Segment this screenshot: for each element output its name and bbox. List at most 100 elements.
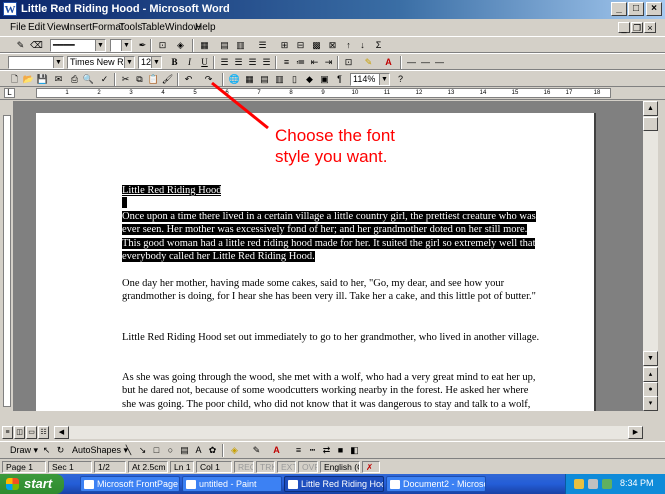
redo-icon[interactable]: ↷ [202,73,215,86]
tray-icon[interactable] [602,479,612,489]
free-rotate-icon[interactable]: ↻ [54,444,67,457]
document-title-line[interactable]: Little Red Riding Hood [122,184,542,197]
eraser-icon[interactable]: ⌫ [30,39,43,52]
line-style-icon[interactable]: ≡ [292,444,305,457]
draw-font-color-icon[interactable]: A [270,444,283,457]
3d-icon[interactable]: ◧ [348,444,361,457]
arrow-style-icon[interactable]: ⇄ [320,444,333,457]
cut-icon[interactable]: ✂ [119,73,132,86]
arrow-tool-icon[interactable]: ↘ [136,444,149,457]
distribute-rows-icon[interactable]: ⊞ [278,39,291,52]
align-center-icon[interactable]: ☰ [232,56,245,69]
outline-view-button[interactable]: ☷ [38,426,49,439]
align-left-icon[interactable]: ☰ [218,56,231,69]
style-combo[interactable]: ▼ [8,56,64,69]
copy-icon[interactable]: ⧉ [133,73,146,86]
increase-indent-icon[interactable]: ⇥ [322,56,335,69]
spelling-icon[interactable]: ✓ [98,73,111,86]
sort-ascending-icon[interactable]: ↑ [342,39,355,52]
italic-button[interactable]: I [183,56,196,69]
print-preview-icon[interactable]: 🔍 [82,73,95,86]
ruler-track[interactable]: 1 2 3 4 5 6 7 8 9 10 11 12 13 14 15 16 1… [36,88,611,98]
fill-color-icon[interactable]: ◈ [228,444,241,457]
menu-help[interactable]: Help [195,22,216,33]
align-cell-icon[interactable]: ☰ [256,39,269,52]
hyperlink-icon[interactable]: 🌐 [228,73,241,86]
status-rec[interactable]: REC [234,461,254,473]
border-line-icon[interactable]: — [433,56,446,69]
wordart-icon[interactable]: A [192,444,205,457]
line-color-icon[interactable]: ✎ [250,444,263,457]
dash-style-icon[interactable]: ┅ [306,444,319,457]
border-line-icon[interactable]: — [419,56,432,69]
menu-tools[interactable]: Tools [119,22,142,33]
open-icon[interactable]: 📂 [22,73,35,86]
insert-excel-icon[interactable]: ▥ [273,73,286,86]
close-button[interactable]: × [646,2,662,16]
drawing-icon[interactable]: ◆ [303,73,316,86]
borders-icon[interactable]: ⊡ [342,56,355,69]
format-painter-icon[interactable]: 🖌 [161,73,174,86]
email-icon[interactable]: ✉ [52,73,65,86]
zoom-combo[interactable]: 114% ▼ [350,73,390,86]
border-line-icon[interactable]: — [405,56,418,69]
select-browse-object-button[interactable]: ● [643,382,658,397]
shading-color-icon[interactable]: ◈ [174,39,187,52]
outside-border-icon[interactable]: ⊡ [156,39,169,52]
word-app-icon[interactable]: W [3,2,17,16]
show-hide-icon[interactable]: ¶ [333,73,346,86]
distribute-columns-icon[interactable]: ⊟ [294,39,307,52]
menu-view[interactable]: View [47,22,69,33]
paragraph-3[interactable]: Little Red Riding Hood set out immediate… [122,331,542,344]
minimize-button[interactable]: _ [611,2,627,16]
tray-icon[interactable] [588,479,598,489]
text-box-icon[interactable]: ▤ [178,444,191,457]
save-icon[interactable]: 💾 [36,73,49,86]
paragraph-1[interactable]: Once upon a time there lived in a certai… [122,210,542,264]
scroll-left-button[interactable]: ◀ [54,426,69,439]
merge-cells-icon[interactable]: ▤ [218,39,231,52]
rectangle-tool-icon[interactable]: □ [150,444,163,457]
status-trk[interactable]: TRK [256,461,275,473]
decrease-indent-icon[interactable]: ⇤ [308,56,321,69]
justify-icon[interactable]: ☰ [260,56,273,69]
vertical-ruler-track[interactable] [3,115,11,407]
line-style-combo[interactable]: ━━━━ ▼ [50,39,106,52]
numbering-icon[interactable]: ≡ [280,56,293,69]
web-layout-view-button[interactable]: ◫ [14,426,25,439]
task-frontpage[interactable]: Microsoft FrontPage - ... [80,476,180,492]
status-ext[interactable]: EXT [277,461,296,473]
shadow-icon[interactable]: ■ [334,444,347,457]
menu-table[interactable]: Table [141,22,165,33]
paste-icon[interactable]: 📋 [147,73,160,86]
oval-tool-icon[interactable]: ○ [164,444,177,457]
paragraph-2[interactable]: One day her mother, having made some cak… [122,277,542,304]
sort-descending-icon[interactable]: ↓ [356,39,369,52]
task-paint[interactable]: untitled - Paint [182,476,282,492]
scroll-up-button[interactable]: ▲ [643,101,658,116]
bold-button[interactable]: B [168,56,181,69]
document-map-icon[interactable]: ▣ [318,73,331,86]
draw-table-icon[interactable]: ✎ [14,39,27,52]
scroll-down-button[interactable]: ▼ [643,351,658,366]
select-objects-icon[interactable]: ↖ [40,444,53,457]
menu-edit[interactable]: Edit [28,22,45,33]
help-icon[interactable]: ? [394,73,407,86]
menu-file[interactable]: File [10,22,26,33]
tab-selector[interactable]: L [4,88,15,98]
new-document-icon[interactable]: 🗋 [8,73,21,86]
status-language[interactable]: English (Ca [320,461,360,473]
print-layout-view-button[interactable]: ▭ [26,426,37,439]
table-autoformat-icon[interactable]: ▩ [310,39,323,52]
maximize-button[interactable]: □ [628,2,644,16]
bullets-icon[interactable]: ≔ [294,56,307,69]
task-word-little-red[interactable]: Little Red Riding Hoo... [284,476,384,492]
autosum-icon[interactable]: Σ [372,39,385,52]
highlight-icon[interactable]: ✎ [362,56,375,69]
tables-borders-icon[interactable]: ▦ [243,73,256,86]
menu-insert[interactable]: Insert [67,22,92,33]
spelling-status-icon[interactable]: ✗ [362,461,380,473]
autoshapes-menu-button[interactable]: AutoShapes ▾ [72,444,128,457]
line-weight-combo[interactable]: ▼ [110,39,132,52]
horizontal-scrollbar[interactable]: ◀ ▶ [54,426,643,439]
